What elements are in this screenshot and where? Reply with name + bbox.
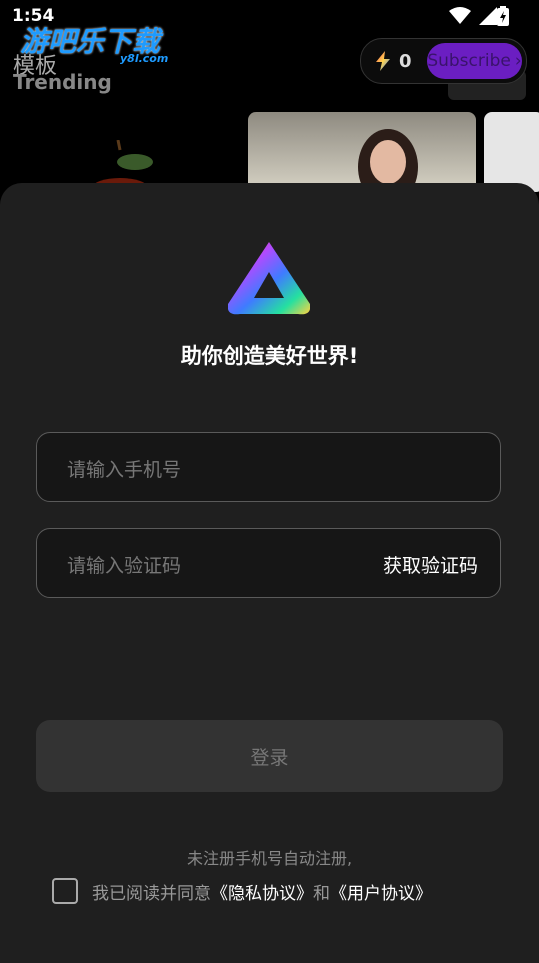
bolt-icon [376,51,390,71]
login-headline: 助你创造美好世界! [180,344,359,368]
code-field[interactable]: 请输入验证码 获取验证码 [36,528,501,598]
subscribe-button[interactable]: Subscribe › [427,43,522,79]
login-button-label: 登录 [250,746,289,769]
phone-field[interactable]: 请输入手机号 [36,432,501,502]
portrait-thumbnail[interactable] [248,112,476,192]
subscribe-label: Subscribe [427,51,511,71]
auto-register-notice: 未注册手机号自动注册, [186,849,353,868]
wifi-icon [449,7,471,24]
get-code-button[interactable]: 获取验证码 [383,551,478,578]
chevron-right-icon: › [514,51,522,71]
status-icons [449,7,497,25]
section-title: Trending [13,70,112,94]
template-thumbnail[interactable] [484,112,539,192]
app-logo-icon [228,242,310,315]
signal-icon [479,7,497,25]
watermark-domain: y8l.com [120,52,169,65]
agree-and: 和 [313,883,330,904]
credit-count: 0 [399,50,412,72]
agree-checkbox[interactable] [52,878,78,904]
login-button[interactable]: 登录 [36,720,503,792]
privacy-link[interactable]: 《隐私协议》 [211,879,313,904]
agreement-row: 我已阅读并同意 《隐私协议》 和 《用户协议》 [52,878,432,904]
agree-prefix: 我已阅读并同意 [92,883,211,904]
credits-pill[interactable]: 0 Subscribe › [360,38,527,84]
battery-icon [497,6,509,26]
code-placeholder: 请输入验证码 [67,555,182,577]
user-agreement-link[interactable]: 《用户协议》 [330,879,432,904]
phone-placeholder: 请输入手机号 [67,459,182,481]
